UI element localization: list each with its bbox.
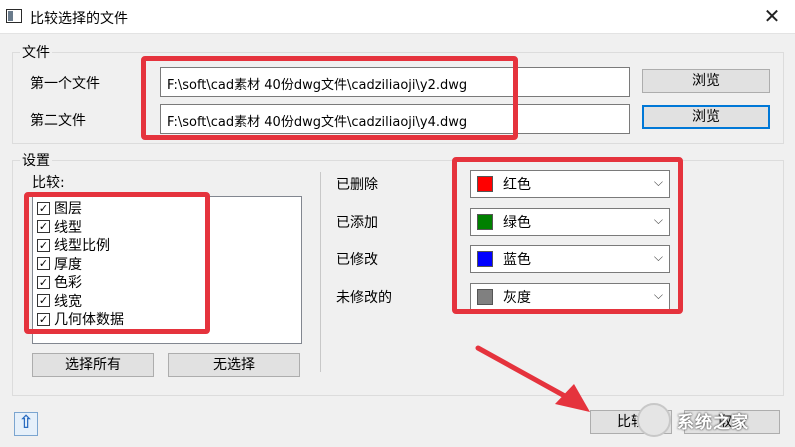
watermark: 系统之家 xyxy=(637,400,787,440)
highlight-file-paths xyxy=(141,56,518,140)
up-arrow-icon[interactable]: ⇧ xyxy=(14,412,38,436)
highlight-compare-list xyxy=(24,192,210,334)
first-file-label: 第一个文件 xyxy=(30,76,100,92)
watermark-logo xyxy=(637,403,671,437)
added-label: 已添加 xyxy=(336,215,378,231)
select-none-button[interactable]: 无选择 xyxy=(168,353,300,377)
highlight-color-settings xyxy=(452,157,683,314)
modified-label: 已修改 xyxy=(336,252,378,268)
unmodified-label: 未修改的 xyxy=(336,290,392,306)
browse-second-button[interactable]: 浏览 xyxy=(642,105,770,129)
window-icon xyxy=(6,9,22,23)
compare-label: 比较: xyxy=(32,175,65,191)
watermark-text: 系统之家 xyxy=(677,412,749,433)
second-file-label: 第二文件 xyxy=(30,113,86,129)
settings-divider xyxy=(320,172,321,372)
browse-first-button[interactable]: 浏览 xyxy=(642,69,770,93)
settings-group-label: 设置 xyxy=(20,150,52,170)
file-group-label: 文件 xyxy=(20,42,52,62)
window-title: 比较选择的文件 xyxy=(30,11,128,27)
select-all-button[interactable]: 选择所有 xyxy=(32,353,154,377)
close-button[interactable]: ✕ xyxy=(749,0,795,34)
title-bar: 比较选择的文件 ✕ xyxy=(0,0,795,34)
deleted-label: 已删除 xyxy=(336,177,378,193)
